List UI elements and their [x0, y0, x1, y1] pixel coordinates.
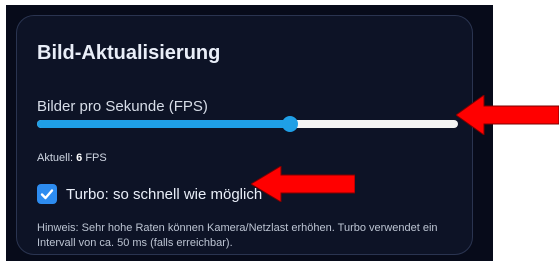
checkmark-icon	[40, 189, 54, 200]
current-fps-value: 6	[76, 152, 83, 164]
fps-slider-thumb[interactable]	[281, 116, 298, 132]
hint-text: Hinweis: Sehr hohe Raten können Kamera/N…	[37, 222, 438, 249]
fps-slider[interactable]	[37, 116, 458, 132]
red-arrow-icon	[456, 95, 559, 135]
image-refresh-card: Bild-Aktualisierung Bilder pro Sekunde (…	[16, 15, 473, 255]
red-arrow-icon	[251, 166, 355, 202]
turbo-checkbox[interactable]	[37, 184, 57, 204]
turbo-option[interactable]: Turbo: so schnell wie möglich	[37, 183, 262, 205]
fps-slider-fill	[37, 120, 290, 128]
settings-panel: Bild-Aktualisierung Bilder pro Sekunde (…	[6, 5, 493, 261]
fps-slider-label: Bilder pro Sekunde (FPS)	[37, 98, 208, 115]
current-fps-unit: FPS	[85, 152, 107, 164]
current-fps-readout: Aktuell: 6 FPS	[37, 152, 107, 164]
current-fps-prefix: Aktuell:	[37, 152, 74, 164]
card-title: Bild-Aktualisierung	[37, 42, 221, 64]
turbo-label[interactable]: Turbo: so schnell wie möglich	[66, 186, 262, 203]
